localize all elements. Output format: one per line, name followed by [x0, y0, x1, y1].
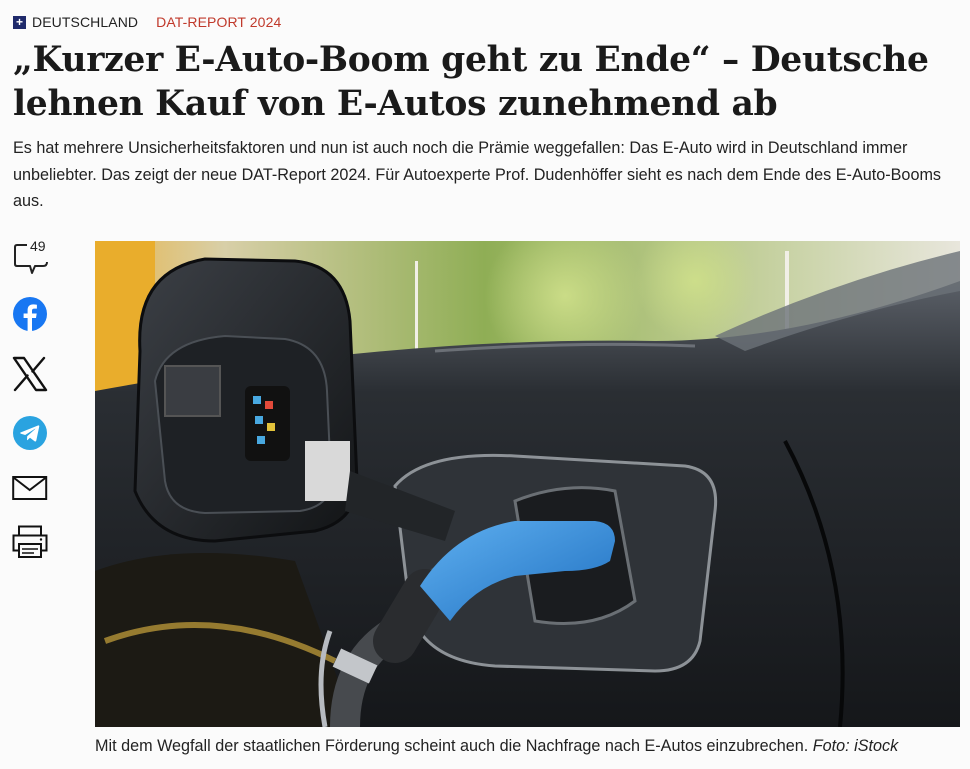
article-lead: Es hat mehrere Unsicherheitsfaktoren und…	[13, 139, 942, 211]
telegram-share-button[interactable]	[12, 416, 48, 455]
article-image	[95, 241, 960, 727]
mail-icon	[12, 476, 48, 500]
x-share-button[interactable]	[12, 356, 48, 397]
print-button[interactable]	[12, 525, 48, 564]
photo-credit: Foto: iStock	[812, 737, 899, 755]
comments-button[interactable]: 49	[12, 238, 52, 281]
image-caption: Mit dem Wegfall der staatlichen Förderun…	[95, 736, 965, 756]
caption-text: Mit dem Wegfall der staatlichen Förderun…	[95, 737, 809, 755]
telegram-icon	[13, 416, 47, 450]
ev-charging-illustration	[95, 241, 960, 727]
email-share-button[interactable]	[12, 475, 48, 506]
x-icon	[12, 356, 48, 392]
facebook-icon	[13, 297, 47, 331]
facebook-share-button[interactable]	[12, 297, 48, 336]
category-link[interactable]: DEUTSCHLAND	[32, 14, 138, 30]
article-kicker: + DEUTSCHLAND DAT-REPORT 2024	[13, 14, 281, 30]
article-headline: „Kurzer E-Auto-Boom geht zu Ende“ – Deut…	[13, 40, 929, 124]
topic-link[interactable]: DAT-REPORT 2024	[156, 14, 281, 30]
comment-count: 49	[30, 238, 46, 254]
plus-badge-icon: +	[13, 15, 26, 29]
print-icon	[12, 525, 48, 558]
